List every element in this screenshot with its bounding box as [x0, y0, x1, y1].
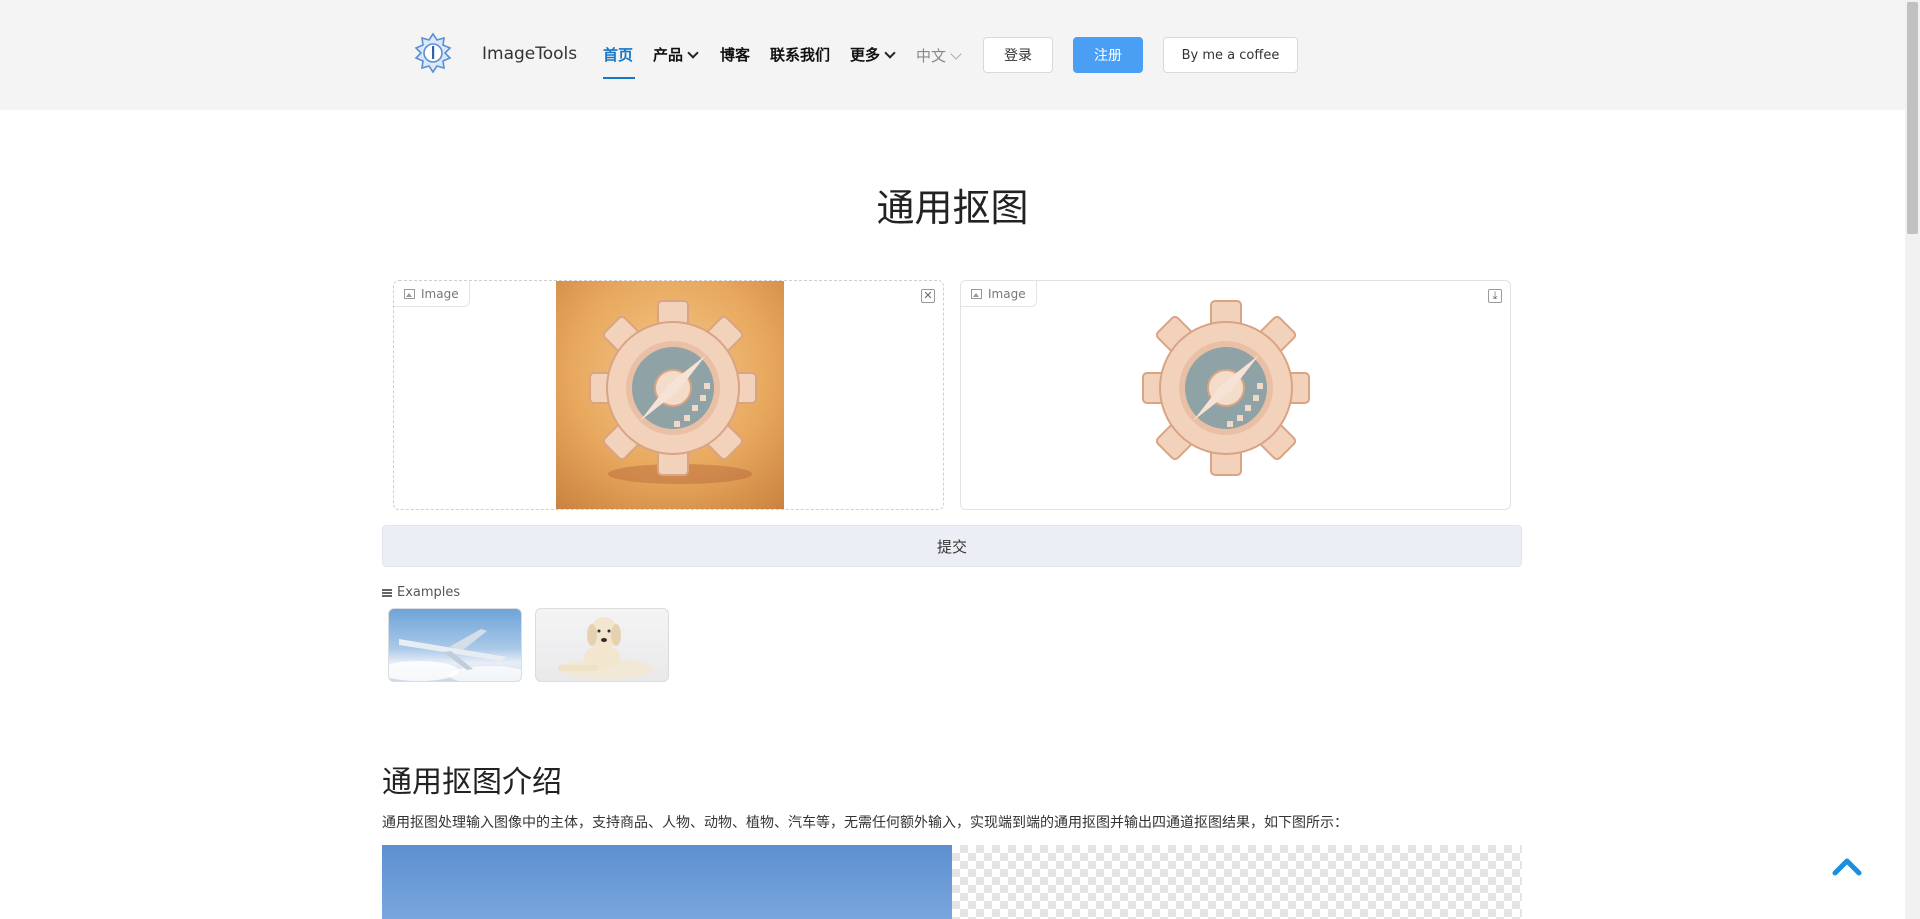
nav-home[interactable]: 首页 — [603, 44, 633, 65]
register-button[interactable]: 注册 — [1073, 37, 1143, 73]
dog-thumbnail — [558, 617, 654, 679]
example-airplane[interactable] — [388, 608, 522, 682]
image-icon — [404, 288, 415, 299]
close-icon[interactable]: ✕ — [921, 289, 935, 303]
intro-title: 通用抠图介绍 — [382, 765, 562, 800]
nav-contact[interactable]: 联系我们 — [770, 44, 830, 65]
nav-products-label: 产品 — [653, 46, 684, 64]
chevron-down-icon — [950, 48, 962, 60]
demo-original-image — [382, 845, 952, 919]
submit-button[interactable]: 提交 — [382, 525, 1522, 567]
example-dog[interactable] — [535, 608, 669, 682]
language-selector[interactable]: 中文 — [916, 45, 962, 66]
nav-active-indicator — [603, 77, 635, 79]
image-icon — [971, 288, 982, 299]
intro-description: 通用抠图处理输入图像中的主体，支持商品、人物、动物、植物、汽车等，无需任何额外输… — [382, 815, 1348, 831]
airplane-thumbnail — [389, 629, 521, 681]
page-title: 通用抠图 — [876, 186, 1029, 230]
gear-illustration — [589, 300, 757, 484]
coffee-button[interactable]: By me a coffee — [1163, 37, 1298, 73]
gear-cutout — [1142, 300, 1310, 476]
list-icon — [382, 588, 392, 597]
language-label: 中文 — [916, 47, 947, 65]
download-icon[interactable]: ⤓ — [1488, 289, 1502, 303]
demo-transparent-result — [952, 845, 1522, 919]
input-image — [556, 281, 784, 509]
back-to-top-icon[interactable] — [1832, 855, 1862, 877]
output-image-panel: Image ⤓ — [960, 280, 1511, 510]
login-button[interactable]: 登录 — [983, 37, 1053, 73]
output-panel-label: Image — [961, 281, 1037, 307]
input-panel-label-text: Image — [421, 286, 459, 301]
chevron-down-icon — [884, 47, 896, 59]
nav-more-label: 更多 — [850, 46, 881, 64]
input-image-panel[interactable]: Image ✕ — [393, 280, 944, 510]
nav-more[interactable]: 更多 — [850, 44, 896, 65]
input-panel-label: Image — [394, 281, 470, 307]
examples-header: Examples — [382, 585, 460, 600]
scrollbar-thumb[interactable] — [1907, 2, 1918, 234]
examples-label: Examples — [397, 585, 461, 600]
nav-products[interactable]: 产品 — [653, 44, 699, 65]
nav-blog[interactable]: 博客 — [720, 44, 750, 65]
top-navbar: ImageTools 首页 产品 博客 联系我们 更多 中文 登录 注册 By … — [0, 0, 1905, 110]
brand-name[interactable]: ImageTools — [482, 44, 577, 64]
chevron-down-icon — [687, 47, 699, 59]
scrollbar[interactable] — [1905, 0, 1920, 919]
output-panel-label-text: Image — [988, 286, 1026, 301]
logo-icon[interactable] — [413, 32, 453, 76]
